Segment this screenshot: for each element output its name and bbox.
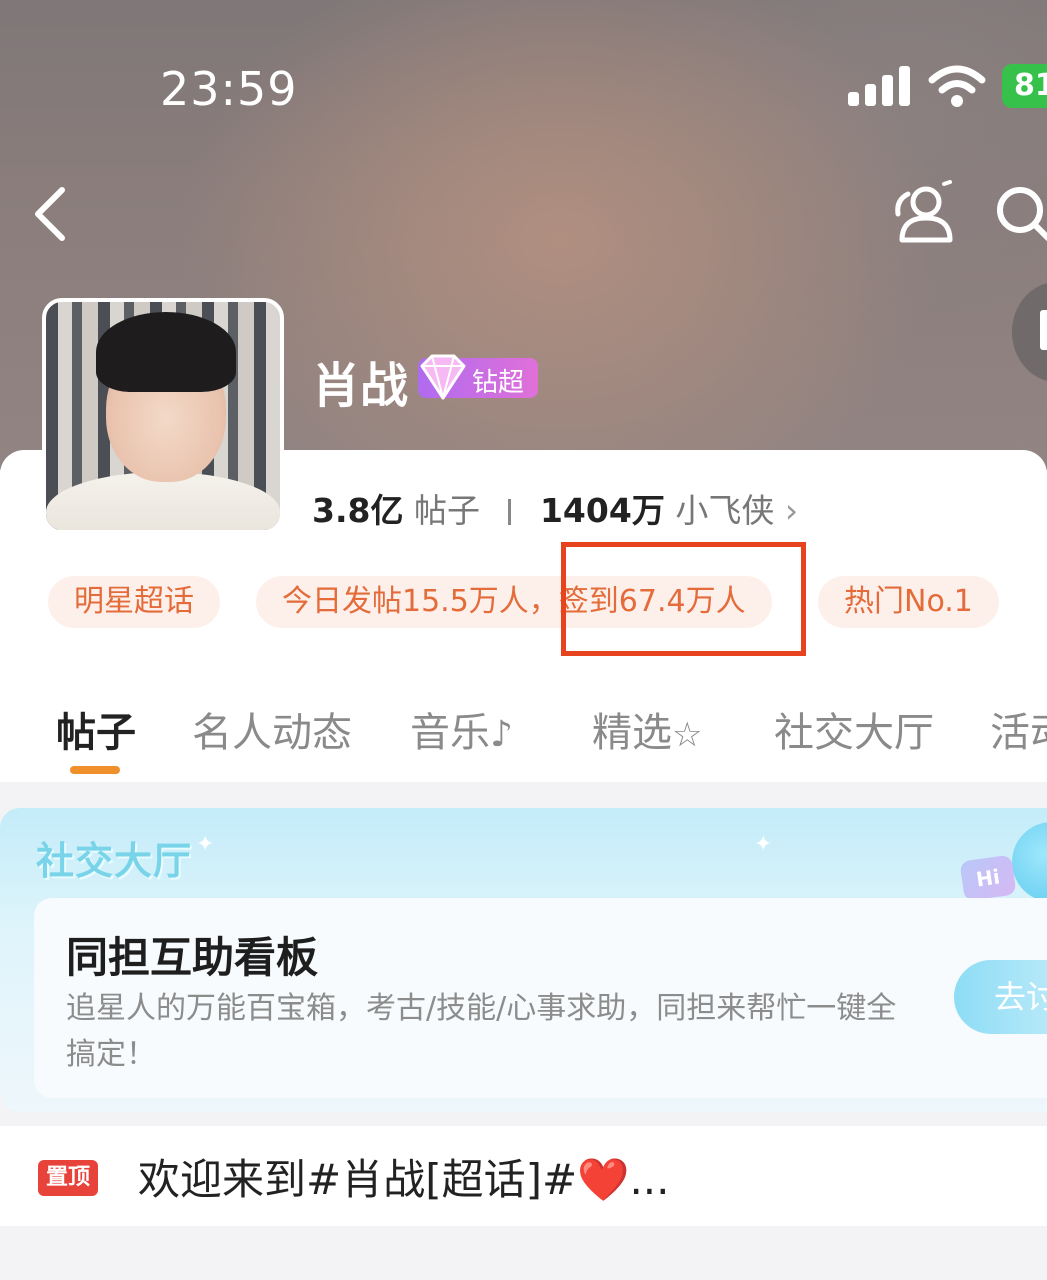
pinned-post-title: 欢迎来到#肖战[超话]#❤️...	[138, 1146, 670, 1207]
social-hall-title: 社交大厅	[36, 839, 193, 883]
badge-label: 钻超	[472, 368, 525, 398]
stats-divider	[508, 499, 512, 525]
fans-count: 1404万	[539, 491, 665, 530]
tab-social-hall[interactable]: 社交大厅	[774, 700, 934, 758]
tab-bar: 帖子 名人动态 音乐♪ 精选☆ 社交大厅 活动	[0, 700, 1047, 760]
pinned-post-text: 欢迎来到#肖战[超话]#	[138, 1155, 578, 1204]
tab-music-label: 音乐	[410, 710, 490, 756]
help-board-title: 同担互助看板	[66, 933, 319, 982]
app-screen: 23:59 81 肖战 钻超 3.8亿 帖子 1404万 小飞侠 › 明星超话 …	[0, 0, 1047, 1280]
pill-hot-rank[interactable]: 热门No.1	[818, 576, 999, 628]
go-discuss-button[interactable]: 去讨	[954, 960, 1047, 1034]
sparkle-icon: ✦	[196, 832, 215, 857]
tab-posts[interactable]: 帖子	[56, 700, 136, 758]
back-icon[interactable]	[30, 184, 70, 244]
people-icon[interactable]	[888, 180, 958, 244]
wifi-icon	[928, 65, 986, 107]
tab-celebrity-updates[interactable]: 名人动态	[192, 700, 352, 758]
tab-featured[interactable]: 精选☆	[592, 700, 702, 758]
posts-count: 3.8亿	[312, 491, 404, 530]
tab-featured-label: 精选	[592, 710, 672, 756]
topic-name: 肖战	[312, 358, 409, 414]
diamond-icon	[420, 354, 466, 400]
tab-music[interactable]: 音乐♪	[410, 700, 513, 758]
fans-label: 小飞侠	[675, 491, 775, 530]
help-board-description: 追星人的万能百宝箱，考古/技能/心事求助，同担来帮忙一键全搞定！	[66, 991, 897, 1072]
music-note-icon: ♪	[490, 714, 513, 755]
posts-label: 帖子	[413, 491, 480, 530]
sparkle-icon: ✦	[754, 832, 773, 857]
search-icon[interactable]	[990, 182, 1047, 246]
status-time: 23:59	[160, 62, 298, 116]
topic-stats: 3.8亿 帖子 1404万 小飞侠 ›	[312, 484, 798, 530]
pinned-tag: 置顶	[38, 1160, 98, 1196]
hi-bubble-icon: Hi	[959, 854, 1017, 902]
chevron-right-icon: ›	[784, 491, 799, 530]
signal-icon	[848, 66, 910, 106]
diamond-super-badge[interactable]: 钻超	[418, 354, 538, 400]
battery-indicator: 81	[1002, 64, 1047, 108]
star-icon: ☆	[672, 715, 703, 755]
annotation-highlight-box	[561, 542, 806, 656]
active-tab-indicator	[70, 766, 120, 774]
pill-star-topic[interactable]: 明星超话	[48, 576, 220, 628]
fans-link[interactable]: 1404万 小飞侠 ›	[540, 491, 798, 530]
topic-avatar[interactable]	[42, 298, 284, 534]
tab-events[interactable]: 活动	[990, 700, 1047, 758]
pinned-post-ellipsis: ...	[629, 1155, 670, 1204]
heart-icon: ❤️	[577, 1155, 630, 1204]
